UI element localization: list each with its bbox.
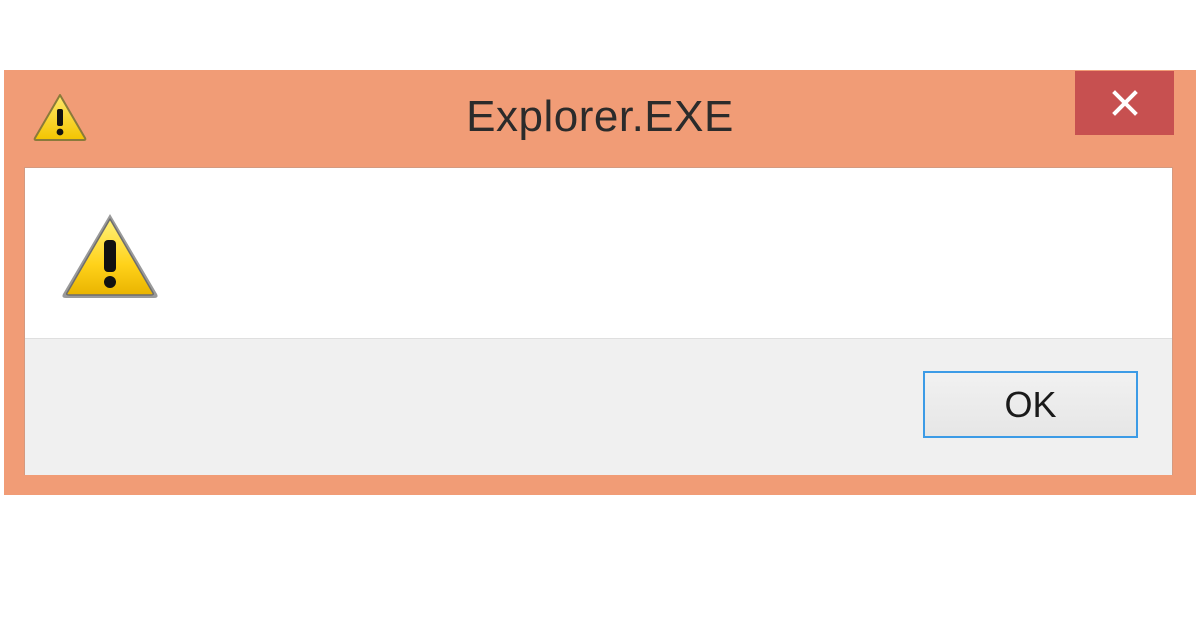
message-area [25,168,1172,338]
warning-icon [59,210,161,302]
title-bar[interactable]: Explorer.EXE [4,70,1196,166]
message-dialog: Explorer.EXE OK [4,70,1196,495]
window-title: Explorer.EXE [466,92,734,141]
button-bar: OK [25,338,1172,475]
dialog-client-area: OK [24,167,1173,475]
ok-button[interactable]: OK [923,371,1138,438]
close-button[interactable] [1075,71,1174,135]
close-icon [1110,88,1140,118]
